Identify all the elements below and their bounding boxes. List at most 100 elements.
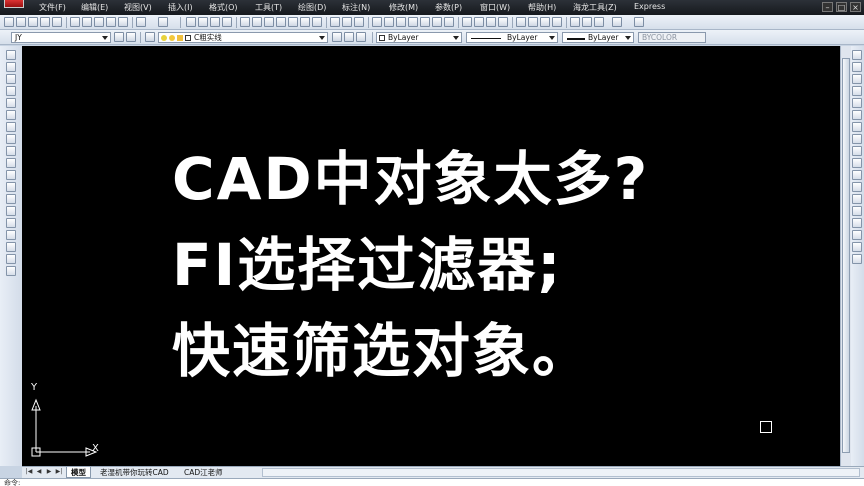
paste-icon[interactable] — [94, 17, 104, 27]
make-block-icon[interactable] — [6, 194, 16, 204]
zoom-realtime-icon[interactable] — [198, 17, 208, 27]
array-icon[interactable] — [852, 98, 862, 108]
color-combo[interactable]: ByLayer — [376, 32, 462, 43]
tab-model[interactable]: 模型 — [66, 467, 91, 478]
tool-palettes-icon[interactable] — [264, 17, 274, 27]
dim-baseline-icon[interactable] — [432, 17, 442, 27]
redo-icon[interactable] — [158, 17, 168, 27]
text-style-manager-icon[interactable] — [114, 32, 124, 42]
point-icon[interactable] — [6, 206, 16, 216]
tolerance-icon[interactable] — [474, 17, 484, 27]
prev-tab-button[interactable]: ◀ — [35, 468, 43, 476]
command-line[interactable]: 命令: — [0, 478, 864, 486]
gradient-icon[interactable] — [6, 230, 16, 240]
design-center-icon[interactable] — [252, 17, 262, 27]
extend-icon[interactable] — [852, 170, 862, 180]
block-editor-icon[interactable] — [118, 17, 128, 27]
menu-modify[interactable]: 修改(M) — [389, 2, 418, 13]
menu-hailong-tools[interactable]: 海龙工具(Z) — [573, 2, 617, 13]
arc-icon[interactable] — [6, 110, 16, 120]
center-mark-icon[interactable] — [486, 17, 496, 27]
layer-previous-icon[interactable] — [344, 32, 354, 42]
plugin-redo-icon[interactable] — [634, 17, 644, 27]
menu-format[interactable]: 格式(O) — [209, 2, 238, 13]
dim-radius-icon[interactable] — [396, 17, 406, 27]
join-icon[interactable] — [852, 206, 862, 216]
markup-icon[interactable] — [288, 17, 298, 27]
dim-diameter-icon[interactable] — [408, 17, 418, 27]
calculator-icon[interactable] — [300, 17, 310, 27]
layer-previous-icon[interactable] — [354, 17, 364, 27]
break-at-point-icon[interactable] — [852, 182, 862, 192]
print-icon[interactable] — [40, 17, 50, 27]
hatch-icon[interactable] — [552, 17, 562, 27]
dim-style-manager-icon[interactable] — [126, 32, 136, 42]
text-style-combo[interactable]: JY — [11, 32, 111, 43]
vertical-scrollbar[interactable] — [840, 46, 851, 466]
menu-view[interactable]: 视图(V) — [124, 2, 152, 13]
leader-icon[interactable] — [462, 17, 472, 27]
line-icon[interactable] — [6, 50, 16, 60]
app-icon[interactable] — [4, 0, 24, 8]
layer-state-icon[interactable] — [342, 17, 352, 27]
menu-edit[interactable]: 编辑(E) — [81, 2, 108, 13]
break-icon[interactable] — [852, 194, 862, 204]
region-icon[interactable] — [6, 242, 16, 252]
dim-continue-icon[interactable] — [444, 17, 454, 27]
save-icon[interactable] — [28, 17, 38, 27]
menu-dimension[interactable]: 标注(N) — [342, 2, 370, 13]
plugin-save-icon[interactable] — [594, 17, 604, 27]
offset-icon[interactable] — [852, 86, 862, 96]
linetype-combo[interactable]: ByLayer — [466, 32, 558, 43]
spline-icon[interactable] — [6, 146, 16, 156]
sheet-set-icon[interactable] — [276, 17, 286, 27]
help-icon[interactable] — [312, 17, 322, 27]
explode-icon[interactable] — [852, 242, 862, 252]
undo-icon[interactable] — [136, 17, 146, 27]
menu-parametric[interactable]: 参数(P) — [435, 2, 462, 13]
rectangle-icon[interactable] — [6, 98, 16, 108]
insert-block-icon[interactable] — [6, 182, 16, 192]
stretch-icon[interactable] — [852, 146, 862, 156]
menu-file[interactable]: 文件(F) — [39, 2, 66, 13]
horizontal-scrollbar[interactable] — [262, 468, 860, 477]
zoom-window-icon[interactable] — [210, 17, 220, 27]
last-tab-button[interactable]: ▶| — [55, 468, 63, 476]
scroll-thumb[interactable] — [842, 58, 850, 453]
trim-icon[interactable] — [852, 158, 862, 168]
scale-icon[interactable] — [852, 134, 862, 144]
dim-linear-icon[interactable] — [372, 17, 382, 27]
copy-icon[interactable] — [82, 17, 92, 27]
plugin-undo-icon[interactable] — [612, 17, 622, 27]
cut-icon[interactable] — [70, 17, 80, 27]
close-icon[interactable]: × — [850, 2, 861, 12]
construction-line-icon[interactable] — [6, 62, 16, 72]
rotate-icon[interactable] — [852, 122, 862, 132]
layer-combo[interactable]: C粗实线 — [158, 32, 328, 43]
menu-window[interactable]: 窗口(W) — [480, 2, 510, 13]
chamfer-icon[interactable] — [852, 218, 862, 228]
new-icon[interactable] — [4, 17, 14, 27]
preview-icon[interactable] — [52, 17, 62, 27]
move-icon[interactable] — [852, 110, 862, 120]
menu-express[interactable]: Express — [634, 2, 665, 11]
plugin-new-icon[interactable] — [570, 17, 580, 27]
ellipse-icon[interactable] — [6, 158, 16, 168]
minimize-icon[interactable]: – — [822, 2, 833, 12]
pan-icon[interactable] — [186, 17, 196, 27]
scroll-up-icon[interactable] — [852, 254, 862, 264]
menu-insert[interactable]: 插入(I) — [168, 2, 193, 13]
multiline-text-icon[interactable] — [6, 266, 16, 276]
open-icon[interactable] — [16, 17, 26, 27]
ellipse-arc-icon[interactable] — [6, 170, 16, 180]
menu-draw[interactable]: 绘图(D) — [298, 2, 326, 13]
layer-icon[interactable] — [330, 17, 340, 27]
drawing-canvas[interactable]: CAD中对象太多? FI选择过滤器; 快速筛选对象。 Y X — [22, 46, 840, 466]
plugin-open-icon[interactable] — [582, 17, 592, 27]
next-tab-button[interactable]: ▶ — [45, 468, 53, 476]
tab-layout-2[interactable]: CAD江老师 — [180, 467, 227, 478]
first-tab-button[interactable]: |◀ — [25, 468, 33, 476]
match-properties-icon[interactable] — [106, 17, 116, 27]
dim-aligned-icon[interactable] — [384, 17, 394, 27]
make-current-layer-icon[interactable] — [332, 32, 342, 42]
